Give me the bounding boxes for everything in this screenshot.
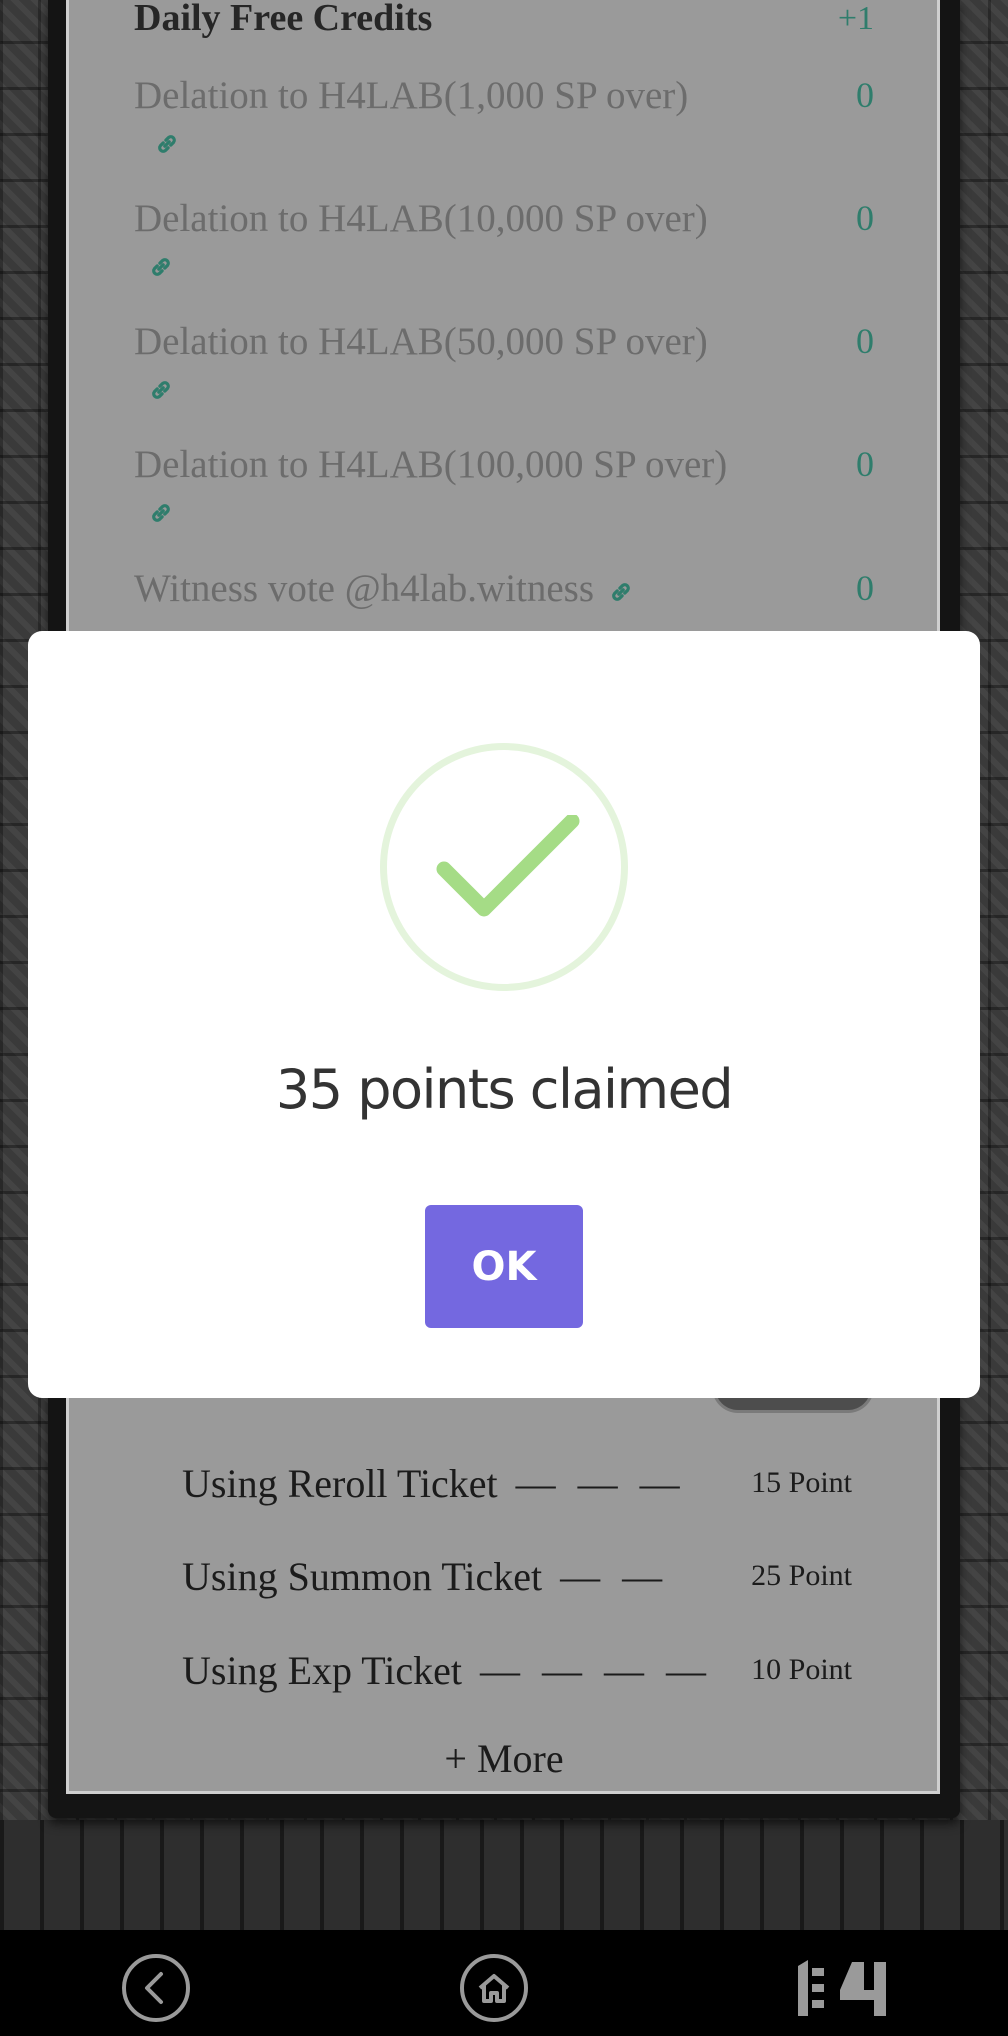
bottom-navbar	[0, 1930, 1008, 2036]
ok-button[interactable]: OK	[425, 1205, 583, 1328]
modal-title: 35 points claimed	[275, 1058, 734, 1121]
back-icon[interactable]	[120, 1952, 192, 2024]
checkmark-icon	[436, 815, 580, 917]
home-icon[interactable]	[458, 1952, 530, 2024]
h4-logo[interactable]	[794, 1952, 890, 2024]
